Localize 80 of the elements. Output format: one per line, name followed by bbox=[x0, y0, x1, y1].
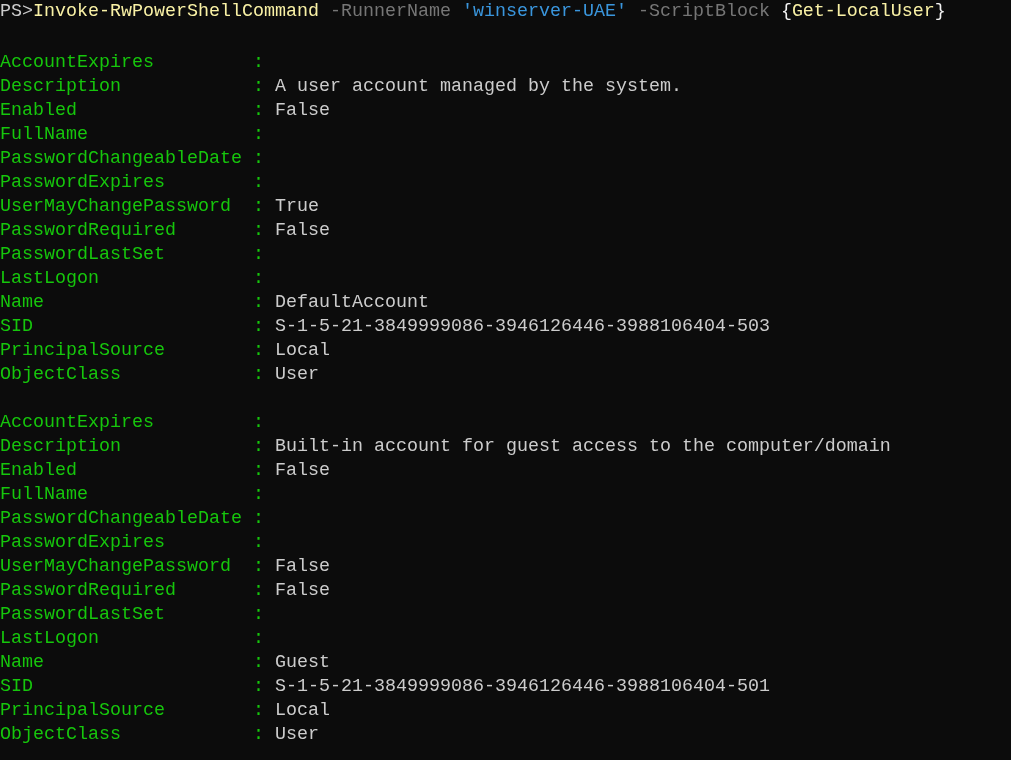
property-name: SID bbox=[0, 315, 34, 339]
cmdlet-name: Invoke-RwPowerShellCommand bbox=[33, 0, 319, 24]
property-name: LastLogon bbox=[0, 267, 100, 291]
property-name: AccountExpires bbox=[0, 51, 155, 75]
separator-colon: : bbox=[252, 291, 264, 315]
property-name: UserMayChangePassword bbox=[0, 555, 232, 579]
property-value: User bbox=[274, 723, 319, 747]
prompt-text: PS> bbox=[0, 0, 33, 24]
separator-colon: : bbox=[252, 555, 264, 579]
separator-colon: : bbox=[252, 507, 264, 531]
separator-colon: : bbox=[252, 699, 264, 723]
property-name: FullName bbox=[0, 123, 89, 147]
separator-colon: : bbox=[252, 51, 264, 75]
property-name: ObjectClass bbox=[0, 363, 122, 387]
property-value: False bbox=[274, 219, 330, 243]
property-name: PasswordLastSet bbox=[0, 603, 166, 627]
property-name: PasswordRequired bbox=[0, 579, 177, 603]
separator-colon: : bbox=[252, 243, 264, 267]
property-value: Built-in account for guest access to the computer/domain bbox=[274, 435, 891, 459]
property-value: A user account managed by the system. bbox=[274, 75, 682, 99]
property-value: False bbox=[274, 99, 330, 123]
separator-colon: : bbox=[252, 267, 264, 291]
property-name: PasswordExpires bbox=[0, 171, 166, 195]
property-value: Local bbox=[274, 699, 330, 723]
property-name: FullName bbox=[0, 483, 89, 507]
separator-colon: : bbox=[252, 723, 264, 747]
property-name: ObjectClass bbox=[0, 723, 122, 747]
separator-colon: : bbox=[252, 531, 264, 555]
property-name: Description bbox=[0, 435, 122, 459]
property-name: PasswordLastSet bbox=[0, 243, 166, 267]
script-brace: { bbox=[780, 0, 792, 24]
property-value: S-1-5-21-3849999086-3946126446-3988106404-501 bbox=[274, 675, 770, 699]
separator-colon: : bbox=[252, 483, 264, 507]
property-name: Name bbox=[0, 291, 45, 315]
separator-colon: : bbox=[252, 651, 264, 675]
property-value: Guest bbox=[274, 651, 330, 675]
property-name: PrincipalSource bbox=[0, 699, 166, 723]
separator-colon: : bbox=[252, 219, 264, 243]
property-value: False bbox=[274, 555, 330, 579]
property-name: Name bbox=[0, 651, 45, 675]
parameter-name: -RunnerName bbox=[329, 0, 451, 24]
separator-colon: : bbox=[252, 459, 264, 483]
parameter-name: -ScriptBlock bbox=[637, 0, 770, 24]
separator-colon: : bbox=[252, 627, 264, 651]
separator-colon: : bbox=[252, 675, 264, 699]
property-value: DefaultAccount bbox=[274, 291, 429, 315]
property-name: Enabled bbox=[0, 99, 78, 123]
separator-colon: : bbox=[252, 603, 264, 627]
separator-colon: : bbox=[252, 99, 264, 123]
separator-colon: : bbox=[252, 579, 264, 603]
property-name: PasswordRequired bbox=[0, 219, 177, 243]
property-value: User bbox=[274, 363, 319, 387]
string-argument: 'winserver-UAE' bbox=[461, 0, 627, 24]
separator-colon: : bbox=[252, 315, 264, 339]
separator-colon: : bbox=[252, 171, 264, 195]
property-name: PasswordExpires bbox=[0, 531, 166, 555]
property-name: AccountExpires bbox=[0, 411, 155, 435]
property-name: SID bbox=[0, 675, 34, 699]
property-name: PasswordChangeableDate bbox=[0, 147, 243, 171]
separator-colon: : bbox=[252, 123, 264, 147]
separator-colon: : bbox=[252, 339, 264, 363]
separator-colon: : bbox=[252, 195, 264, 219]
property-value: False bbox=[274, 459, 330, 483]
property-value: True bbox=[274, 195, 319, 219]
property-value: False bbox=[274, 579, 330, 603]
property-name: UserMayChangePassword bbox=[0, 195, 232, 219]
script-brace: } bbox=[934, 0, 946, 24]
property-name: Description bbox=[0, 75, 122, 99]
property-value: S-1-5-21-3849999086-3946126446-3988106404-503 bbox=[274, 315, 770, 339]
separator-colon: : bbox=[252, 411, 264, 435]
property-name: PrincipalSource bbox=[0, 339, 166, 363]
property-value: Local bbox=[274, 339, 330, 363]
separator-colon: : bbox=[252, 147, 264, 171]
property-name: Enabled bbox=[0, 459, 78, 483]
cmdlet-name: Get-LocalUser bbox=[791, 0, 935, 24]
property-name: PasswordChangeableDate bbox=[0, 507, 243, 531]
separator-colon: : bbox=[252, 75, 264, 99]
separator-colon: : bbox=[252, 435, 264, 459]
separator-colon: : bbox=[252, 363, 264, 387]
property-name: LastLogon bbox=[0, 627, 100, 651]
